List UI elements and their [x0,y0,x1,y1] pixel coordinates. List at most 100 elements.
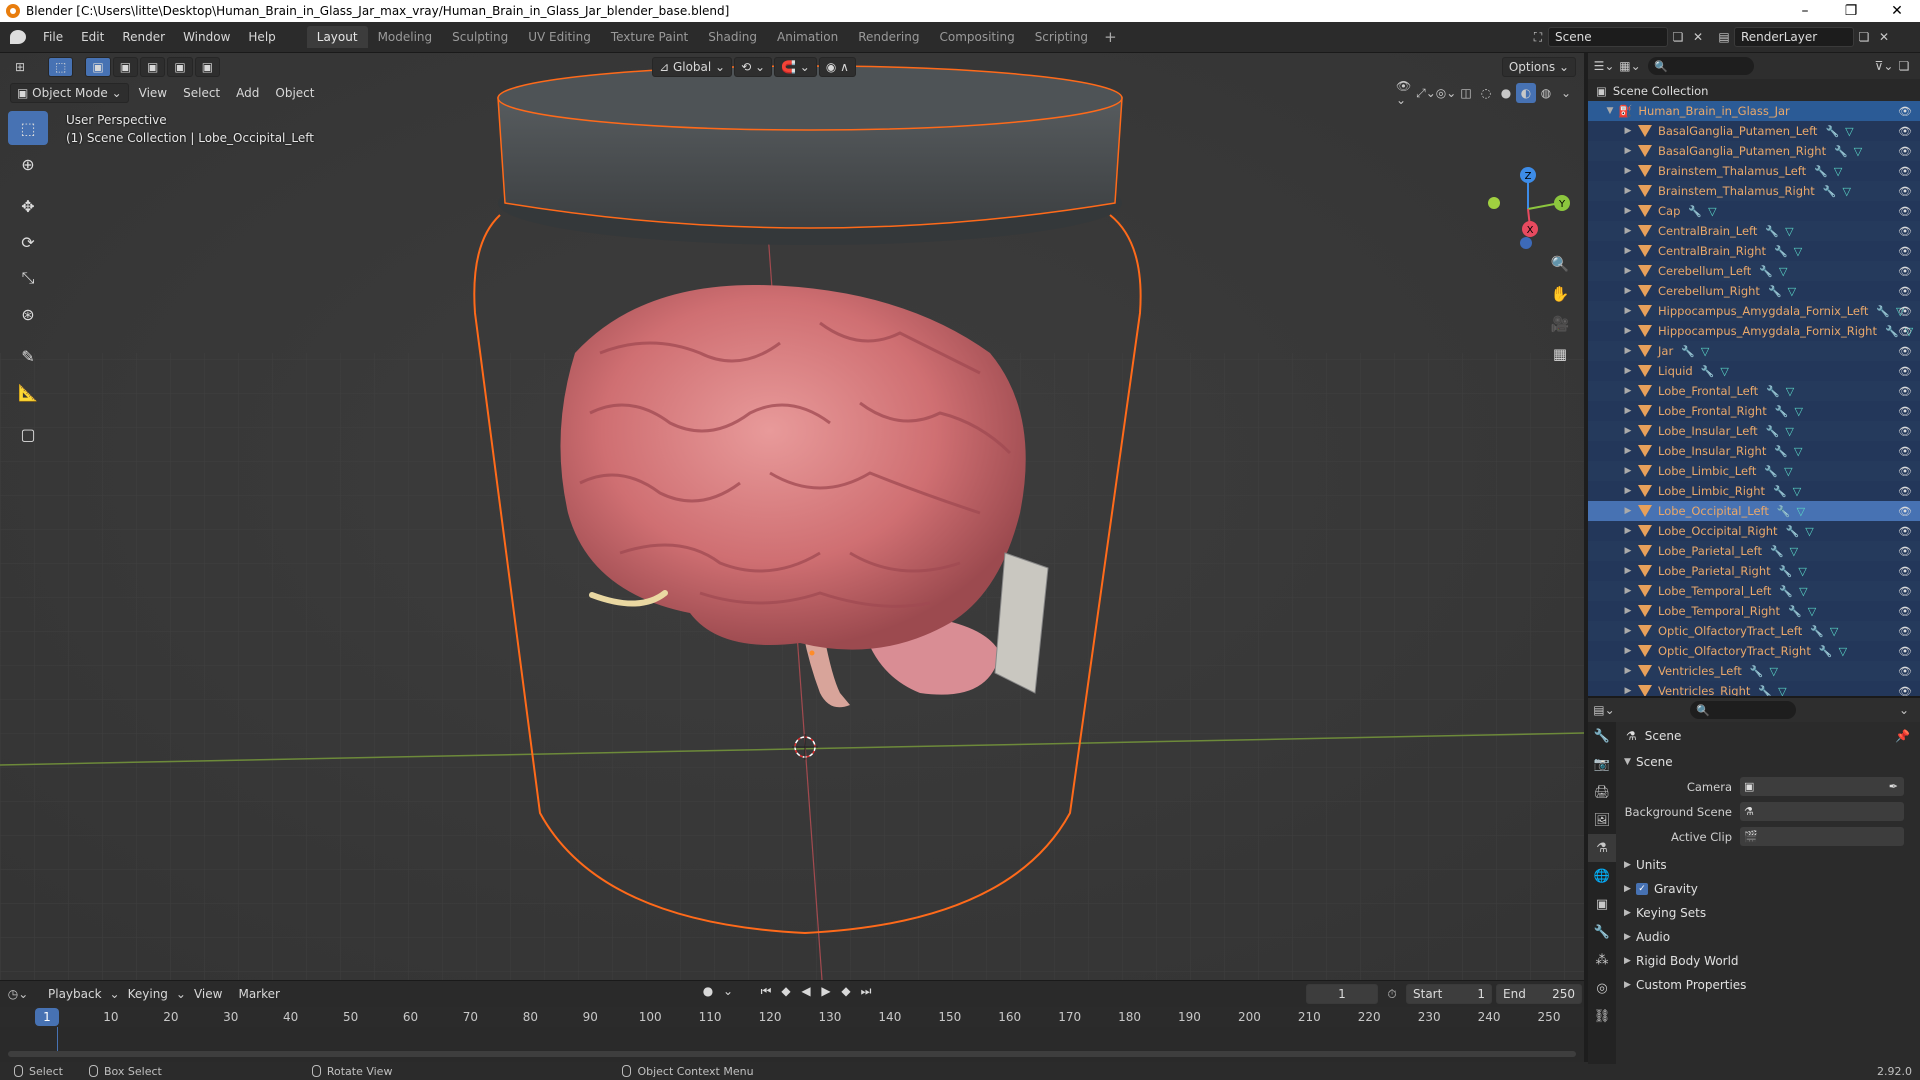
menu-marker[interactable]: Marker [230,987,287,1001]
tab-shading[interactable]: Shading [698,26,767,48]
mesh-data-icon[interactable]: ▽ [1788,285,1796,298]
eye-icon[interactable]: 👁 [1898,425,1912,438]
select-new-mode-icon[interactable]: ▣ [85,56,111,77]
start-frame-field[interactable]: Start 1 [1406,984,1492,1004]
chevron-right-icon[interactable]: ▶ [1622,646,1634,656]
modifier-wrench-icon[interactable]: 🔧 [1876,305,1890,318]
modifier-wrench-icon[interactable]: 🔧 [1766,425,1780,438]
jump-end-icon[interactable]: ⏭ [858,984,874,999]
mesh-data-icon[interactable]: ▽ [1779,265,1787,278]
chevron-right-icon[interactable]: ▶ [1622,406,1634,416]
eye-icon[interactable]: 👁 [1898,645,1912,658]
outliner-item[interactable]: ▶ BasalGanglia_Putamen_Right 🔧 ▽ 👁 [1588,141,1920,161]
modifier-wrench-icon[interactable]: 🔧 [1774,445,1788,458]
current-frame-indicator[interactable]: 1 [35,1008,59,1026]
xray-toggle-icon[interactable]: ◫ [1456,83,1476,103]
timeline-editor-type-icon[interactable]: ◷⌄ [8,984,29,1004]
outliner-item[interactable]: ▶ Cerebellum_Right 🔧 ▽ 👁 [1588,281,1920,301]
eyedropper-icon[interactable]: ✒ [1889,780,1898,793]
snap-toggle-icon[interactable]: 🧲 ⌄ [774,56,817,77]
tab-modeling[interactable]: Modeling [368,26,443,48]
scene-icon[interactable]: ⛶ [1528,27,1548,47]
scene-name-field[interactable]: Scene [1548,27,1668,47]
mesh-data-icon[interactable]: ▽ [1701,345,1709,358]
eye-icon[interactable]: 👁 [1898,365,1912,378]
eye-icon[interactable]: 👁 [1898,125,1912,138]
collection-row[interactable]: ▼ ⛽ Human_Brain_in_Glass_Jar 👁 [1588,101,1920,121]
mesh-data-icon[interactable]: ▽ [1720,365,1728,378]
modifier-wrench-icon[interactable]: 🔧 [1834,145,1848,158]
eye-icon[interactable]: 👁 [1898,485,1912,498]
audio-panel-header[interactable]: ▶ Audio [1616,925,1920,949]
eye-icon[interactable]: 👁 [1898,245,1912,258]
outliner-item[interactable]: ▶ BasalGanglia_Putamen_Left 🔧 ▽ 👁 [1588,121,1920,141]
tab-rendering[interactable]: Rendering [848,26,929,48]
record-keyframe-icon[interactable]: ● [700,984,716,999]
chevron-right-icon[interactable]: ▶ [1622,526,1634,536]
outliner-item[interactable]: ▶ Lobe_Limbic_Right 🔧 ▽ 👁 [1588,481,1920,501]
outliner-item[interactable]: ▶ Lobe_Parietal_Right 🔧 ▽ 👁 [1588,561,1920,581]
filter-icon[interactable]: ⊽⌄ [1874,56,1894,76]
eye-icon[interactable]: 👁 [1898,305,1912,318]
chevron-right-icon[interactable]: ▶ [1622,446,1634,456]
current-frame-field[interactable]: 1 [1306,984,1378,1004]
mesh-data-icon[interactable]: ▽ [1769,665,1777,678]
editor-type-icon[interactable]: ⊞ [10,57,30,77]
eye-icon[interactable]: 👁 [1898,405,1912,418]
mesh-data-icon[interactable]: ▽ [1839,645,1847,658]
eye-icon[interactable]: 👁 [1898,565,1912,578]
solid-shading-icon[interactable]: ● [1496,83,1516,103]
gravity-checkbox[interactable]: ✓ [1636,883,1648,895]
zoom-icon[interactable]: 🔍 [1546,249,1574,279]
chevron-right-icon[interactable]: ▶ [1622,506,1634,516]
rigid-body-world-panel-header[interactable]: ▶ Rigid Body World [1616,949,1920,973]
mesh-data-icon[interactable]: ▽ [1708,205,1716,218]
mesh-data-icon[interactable]: ▽ [1784,465,1792,478]
modifier-wrench-icon[interactable]: 🔧 [1779,585,1793,598]
visibility-icon[interactable]: 👁⌄ [1396,79,1416,107]
mesh-data-icon[interactable]: ▽ [1808,605,1816,618]
scene-panel-header[interactable]: ▼ Scene [1616,750,1920,774]
background-scene-field[interactable]: ⚗ [1740,802,1904,821]
add-cube-tool-icon[interactable]: ▢ [8,417,48,451]
eye-icon[interactable]: 👁 [1898,205,1912,218]
mesh-data-icon[interactable]: ▽ [1785,225,1793,238]
eye-icon[interactable]: 👁 [1898,665,1912,678]
mesh-data-icon[interactable]: ▽ [1798,565,1806,578]
menu-add[interactable]: Add [228,86,267,100]
physics-tab-icon[interactable]: ◎ [1588,974,1616,1002]
eye-icon[interactable]: 👁 [1898,605,1912,618]
mesh-data-icon[interactable]: ▽ [1794,245,1802,258]
object-mode-dropdown[interactable]: ▣ Object Mode ⌄ [10,83,129,103]
chevron-right-icon[interactable]: ▶ [1622,366,1634,376]
properties-options-icon[interactable]: ⌄ [1894,700,1914,720]
chevron-right-icon[interactable]: ▶ [1622,126,1634,136]
active-clip-field[interactable]: 🎬 [1740,827,1904,846]
eye-icon[interactable]: 👁 [1898,505,1912,518]
select-intersect-mode-icon[interactable]: ▣ [194,56,221,77]
properties-editor-type-icon[interactable]: ▤⌄ [1593,700,1614,720]
chevron-right-icon[interactable]: ▶ [1622,226,1634,236]
mesh-data-icon[interactable]: ▽ [1854,145,1862,158]
wireframe-shading-icon[interactable]: ◌ [1476,83,1496,103]
eye-icon[interactable]: 👁 [1898,345,1912,358]
chevron-right-icon[interactable]: ▶ [1622,286,1634,296]
particles-tab-icon[interactable]: ⁂ [1588,946,1616,974]
chevron-right-icon[interactable]: ▶ [1622,186,1634,196]
outliner-item[interactable]: ▶ Hippocampus_Amygdala_Fornix_Right 🔧 ▽ 👁 [1588,321,1920,341]
eye-icon[interactable]: 👁 [1898,265,1912,278]
play-icon[interactable]: ▶ [818,984,834,999]
mesh-data-icon[interactable]: ▽ [1786,385,1794,398]
chevron-right-icon[interactable]: ▶ [1622,206,1634,216]
scene-tab-icon[interactable]: ⚗ [1588,834,1616,862]
menu-object[interactable]: Object [267,86,322,100]
pin-icon[interactable]: 📌 [1895,729,1910,743]
chevron-right-icon[interactable]: ▶ [1622,686,1634,696]
mesh-data-icon[interactable]: ▽ [1794,405,1802,418]
eye-icon[interactable]: 👁 [1898,385,1912,398]
modifier-wrench-icon[interactable]: 🔧 [1765,225,1779,238]
properties-search-input[interactable]: 🔍 [1690,701,1796,719]
eye-icon[interactable]: 👁 [1898,165,1912,178]
chevron-right-icon[interactable]: ▶ [1622,386,1634,396]
rendered-shading-icon[interactable]: ◍ [1536,83,1556,103]
